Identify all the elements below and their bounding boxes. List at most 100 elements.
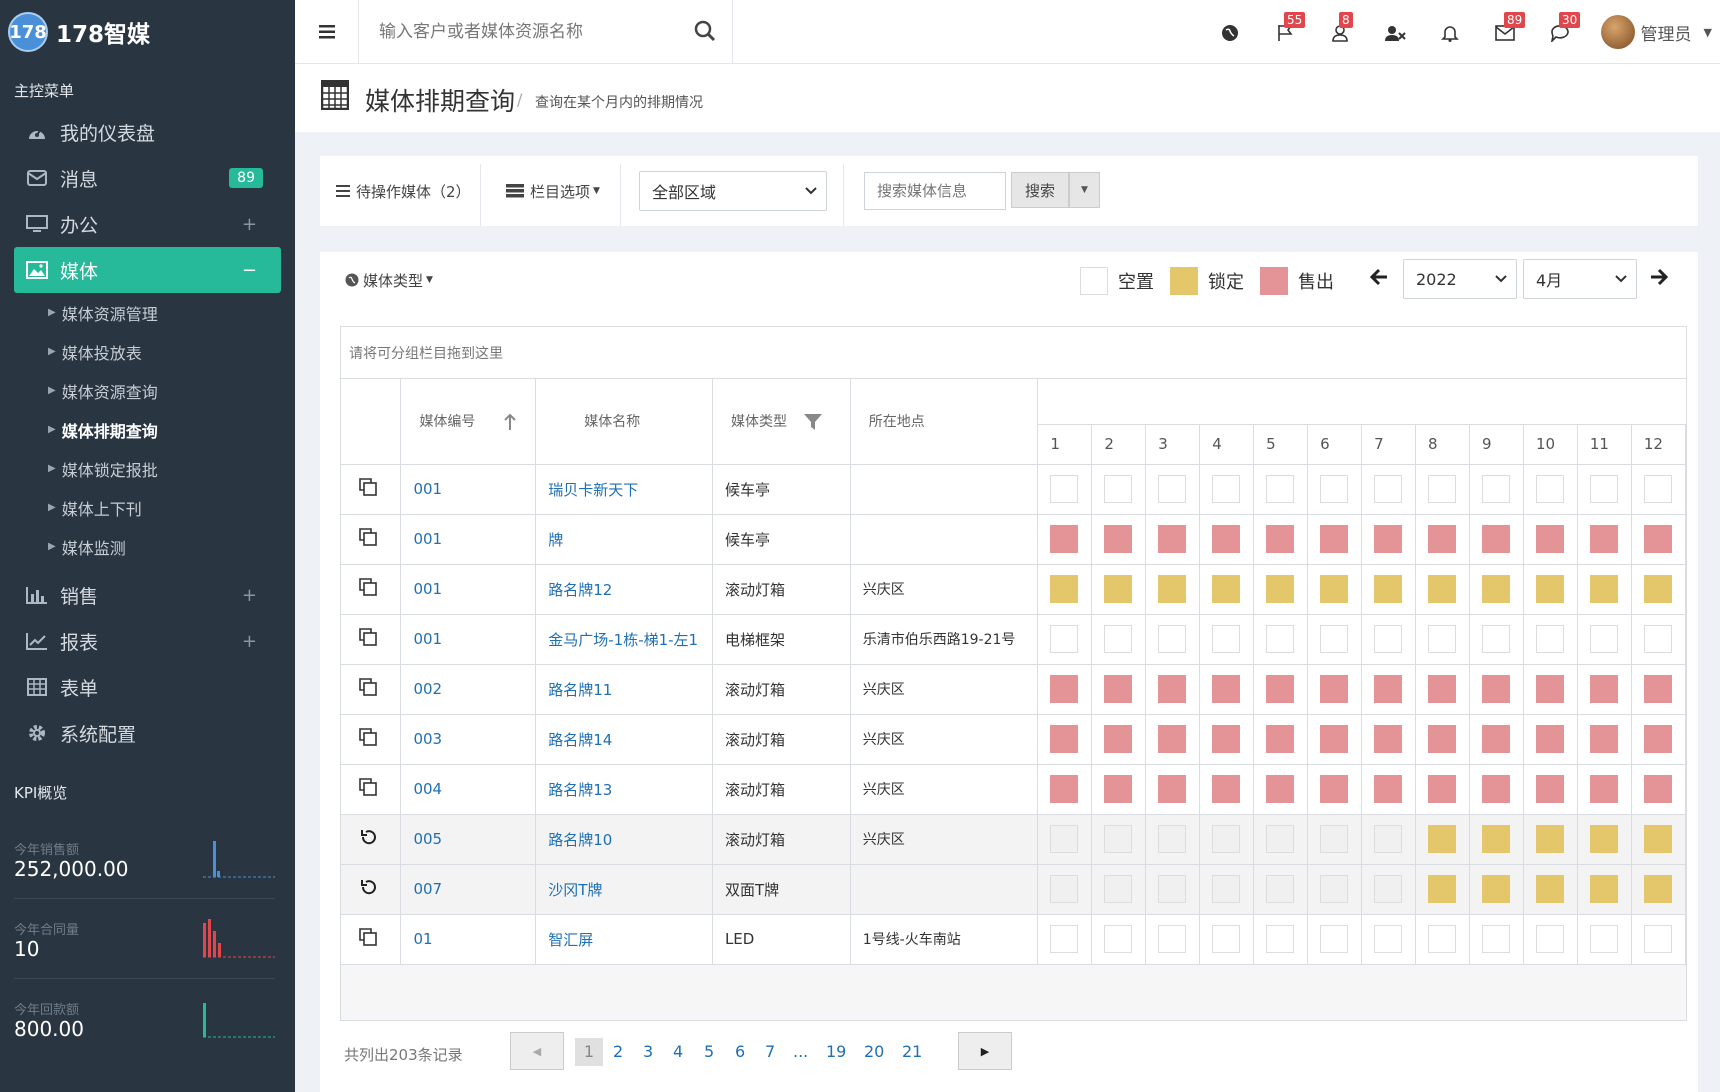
media-id-link[interactable]: 001 [413, 630, 442, 648]
group-drop-zone[interactable]: 请将可分组栏目拖到这里 [341, 327, 1686, 379]
schedule-cell-sold[interactable] [1104, 725, 1133, 753]
year-select[interactable]: 2022 [1403, 259, 1517, 299]
table-row[interactable]: 01 智汇屏 LED 1号线-火车南站 [341, 914, 1687, 965]
schedule-cell-sold[interactable] [1589, 675, 1618, 703]
schedule-cell-unavailable[interactable] [1266, 875, 1295, 903]
schedule-cell-sold[interactable] [1535, 725, 1564, 753]
column-header-type[interactable]: 媒体类型 [712, 379, 851, 465]
media-id-link[interactable]: 007 [413, 880, 442, 898]
prev-page-button[interactable]: ◀ [510, 1032, 564, 1070]
expand-icon[interactable]: + [242, 585, 257, 606]
schedule-cell-unavailable[interactable] [1374, 825, 1403, 853]
schedule-cell-unavailable[interactable] [1212, 875, 1241, 903]
next-page-button[interactable]: ▶ [958, 1032, 1012, 1070]
schedule-cell-empty[interactable] [1158, 925, 1187, 953]
schedule-cell-sold[interactable] [1158, 675, 1187, 703]
schedule-cell-empty[interactable] [1481, 625, 1510, 653]
page-link[interactable]: 4 [673, 1038, 683, 1066]
sidebar-item-office[interactable]: 办公 + [0, 201, 295, 247]
schedule-cell-sold[interactable] [1158, 525, 1187, 553]
copy-icon[interactable] [359, 678, 377, 700]
sub-item-media-schedule[interactable]: ▶ 媒体排期查询 [0, 410, 295, 449]
page-link[interactable]: 6 [735, 1038, 745, 1066]
schedule-cell-locked[interactable] [1589, 575, 1618, 603]
column-header-id[interactable]: 媒体编号 [400, 379, 537, 465]
table-row[interactable]: 001 金马广场-1栋-梯1-左1 电梯框架 乐清市伯乐西路19-21号 [341, 614, 1687, 665]
media-id-link[interactable]: 004 [413, 780, 442, 798]
sub-item-media-placement[interactable]: ▶ 媒体投放表 [0, 332, 295, 371]
table-row[interactable]: 003 路名牌14 滚动灯箱 兴庆区 [341, 714, 1687, 765]
media-id-link[interactable]: 002 [413, 680, 442, 698]
table-row[interactable]: 005 路名牌10 滚动灯箱 兴庆区 [341, 814, 1687, 865]
sidebar-item-dashboard[interactable]: 我的仪表盘 [0, 109, 295, 155]
mail-icon[interactable]: 89 [1490, 12, 1526, 48]
schedule-cell-sold[interactable] [1428, 775, 1457, 803]
global-search-input[interactable] [379, 18, 679, 46]
pending-media-button[interactable]: 待操作媒体（2） [336, 156, 471, 226]
schedule-cell-unavailable[interactable] [1212, 825, 1241, 853]
column-header-name[interactable]: 媒体名称 [535, 379, 713, 465]
schedule-cell-sold[interactable] [1320, 775, 1349, 803]
schedule-cell-unavailable[interactable] [1104, 825, 1133, 853]
schedule-cell-sold[interactable] [1481, 775, 1510, 803]
schedule-cell-sold[interactable] [1643, 525, 1672, 553]
schedule-cell-locked[interactable] [1535, 875, 1564, 903]
schedule-cell-empty[interactable] [1320, 625, 1349, 653]
table-row[interactable]: 001 瑞贝卡新天下 候车亭 [341, 464, 1687, 515]
page-link[interactable]: 21 [902, 1038, 922, 1066]
schedule-cell-empty[interactable] [1481, 475, 1510, 503]
schedule-cell-locked[interactable] [1589, 825, 1618, 853]
schedule-cell-empty[interactable] [1320, 475, 1349, 503]
schedule-cell-sold[interactable] [1050, 775, 1079, 803]
copy-icon[interactable] [359, 578, 377, 600]
schedule-cell-empty[interactable] [1158, 475, 1187, 503]
schedule-cell-sold[interactable] [1050, 675, 1079, 703]
month-select[interactable]: 4月 [1523, 259, 1637, 299]
copy-icon[interactable] [359, 728, 377, 750]
page-link[interactable]: 5 [704, 1038, 714, 1066]
sub-item-media-lock[interactable]: ▶ 媒体锁定报批 [0, 449, 295, 488]
copy-icon[interactable] [359, 478, 377, 500]
schedule-cell-locked[interactable] [1643, 825, 1672, 853]
copy-icon[interactable] [359, 778, 377, 800]
page-link[interactable]: 20 [864, 1038, 884, 1066]
schedule-cell-locked[interactable] [1212, 575, 1241, 603]
schedule-cell-sold[interactable] [1428, 525, 1457, 553]
sub-item-media-search[interactable]: ▶ 媒体资源查询 [0, 371, 295, 410]
expand-icon[interactable]: + [242, 631, 257, 652]
media-name-link[interactable]: 沙冈T牌 [548, 881, 602, 899]
flag-icon[interactable]: 55 [1270, 12, 1306, 48]
schedule-cell-unavailable[interactable] [1158, 875, 1187, 903]
schedule-cell-locked[interactable] [1428, 575, 1457, 603]
page-link[interactable]: 3 [643, 1038, 653, 1066]
page-link[interactable]: 19 [826, 1038, 846, 1066]
schedule-cell-sold[interactable] [1266, 775, 1295, 803]
schedule-cell-sold[interactable] [1266, 525, 1295, 553]
schedule-cell-empty[interactable] [1104, 925, 1133, 953]
schedule-cell-unavailable[interactable] [1374, 875, 1403, 903]
schedule-cell-sold[interactable] [1266, 675, 1295, 703]
schedule-cell-sold[interactable] [1320, 525, 1349, 553]
schedule-cell-empty[interactable] [1266, 475, 1295, 503]
schedule-cell-empty[interactable] [1050, 475, 1079, 503]
media-id-link[interactable]: 001 [413, 530, 442, 548]
schedule-cell-empty[interactable] [1104, 475, 1133, 503]
table-row[interactable]: 004 路名牌13 滚动灯箱 兴庆区 [341, 764, 1687, 815]
undo-icon[interactable] [359, 880, 377, 900]
copy-icon[interactable] [359, 628, 377, 650]
column-options-button[interactable]: 栏目选项 ▼ [506, 156, 600, 226]
schedule-cell-empty[interactable] [1266, 925, 1295, 953]
schedule-cell-sold[interactable] [1266, 725, 1295, 753]
page-link[interactable]: 2 [613, 1038, 623, 1066]
schedule-cell-locked[interactable] [1535, 825, 1564, 853]
schedule-cell-empty[interactable] [1158, 625, 1187, 653]
schedule-cell-empty[interactable] [1535, 475, 1564, 503]
schedule-cell-sold[interactable] [1104, 675, 1133, 703]
schedule-cell-sold[interactable] [1589, 725, 1618, 753]
schedule-cell-locked[interactable] [1104, 575, 1133, 603]
schedule-cell-sold[interactable] [1589, 775, 1618, 803]
schedule-cell-sold[interactable] [1212, 675, 1241, 703]
sidebar-item-media[interactable]: 媒体 − [14, 247, 281, 293]
media-name-link[interactable]: 智汇屏 [548, 931, 593, 949]
schedule-cell-empty[interactable] [1589, 925, 1618, 953]
